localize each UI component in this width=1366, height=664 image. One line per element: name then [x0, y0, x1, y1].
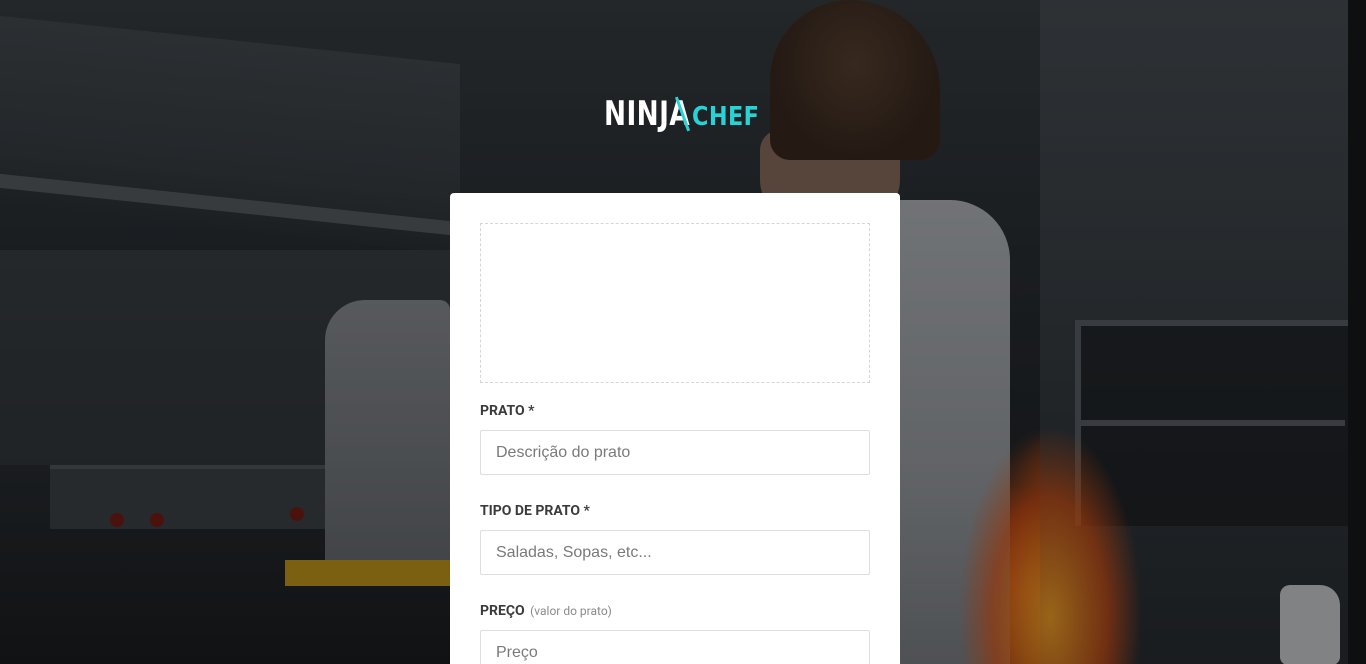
tipo-input[interactable]	[480, 530, 870, 575]
dish-form-card: PRATO * TIPO DE PRATO * PREÇO (valor do …	[450, 193, 900, 664]
preco-label-text: PREÇO	[480, 603, 525, 619]
prato-label-text: PRATO *	[480, 403, 535, 419]
window-edge	[1348, 0, 1366, 664]
image-upload-dropzone[interactable]	[480, 223, 870, 383]
logo: NINJA CHEF	[604, 90, 764, 134]
prato-label: PRATO *	[480, 403, 870, 420]
preco-label: PREÇO (valor do prato)	[480, 603, 870, 620]
tipo-label-text: TIPO DE PRATO *	[480, 503, 590, 519]
logo-chef-text: CHEF	[692, 102, 760, 132]
tipo-label: TIPO DE PRATO *	[480, 503, 870, 520]
preco-input[interactable]	[480, 630, 870, 664]
page: NINJA CHEF PRATO * TIPO DE PRATO * PREÇO…	[0, 0, 1366, 664]
preco-hint: (valor do prato)	[530, 604, 612, 618]
prato-input[interactable]	[480, 430, 870, 475]
